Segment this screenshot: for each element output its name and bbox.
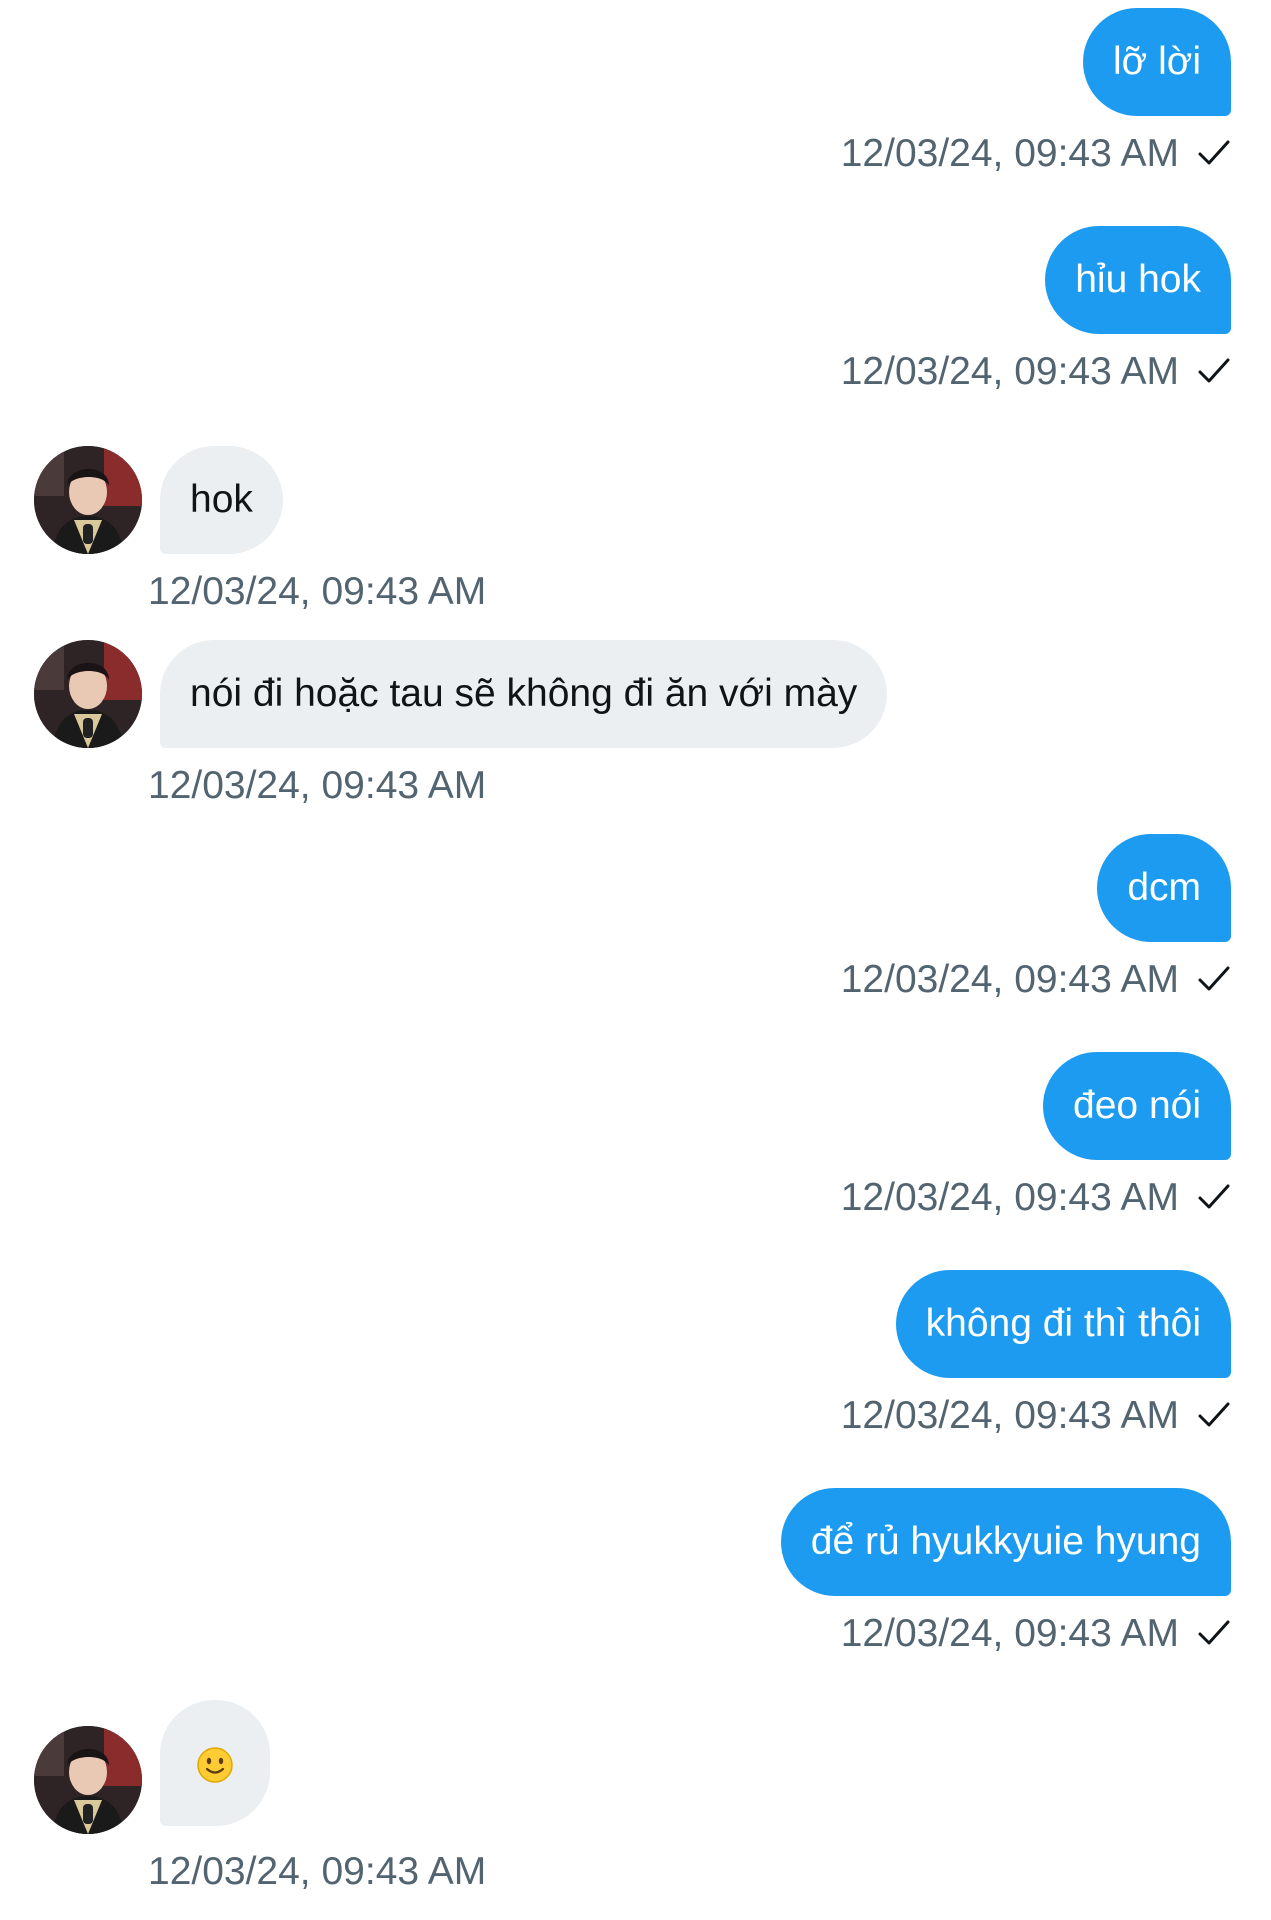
- message-meta: 12/03/24, 09:43 AM: [148, 1848, 486, 1896]
- avatar-image: [34, 446, 142, 554]
- message-bubble[interactable]: đeo nói: [1043, 1052, 1231, 1160]
- check-icon: [1198, 1620, 1230, 1645]
- message-meta: 12/03/24, 09:43 AM: [841, 1392, 1231, 1440]
- message-timestamp: 12/03/24, 09:43 AM: [840, 1612, 1179, 1655]
- message-bubble[interactable]: nói đi hoặc tau sẽ không đi ăn với mày: [160, 640, 888, 748]
- message-bubble[interactable]: không đi thì thôi: [895, 1270, 1231, 1378]
- message-outgoing: dcm 12/03/24, 09:43 AM: [0, 826, 1271, 1016]
- message-timestamp: 12/03/24, 09:43 AM: [840, 350, 1179, 393]
- message-outgoing: đeo nói 12/03/24, 09:43 AM: [0, 1044, 1271, 1234]
- avatar-image: [34, 1726, 142, 1834]
- check-icon: [1198, 1402, 1230, 1427]
- message-bubble[interactable]: để rủ hyukkyuie hyung: [780, 1488, 1231, 1596]
- message-outgoing: không đi thì thôi 12/03/24, 09:43 AM: [0, 1262, 1271, 1452]
- avatar[interactable]: [34, 446, 142, 554]
- message-incoming: 12/03/24, 09:43 AM: [0, 1700, 1271, 1910]
- message-meta: 12/03/24, 09:43 AM: [148, 762, 486, 810]
- message-meta: 12/03/24, 09:43 AM: [841, 1174, 1231, 1222]
- message-outgoing: lỡ lời 12/03/24, 09:43 AM: [0, 0, 1271, 190]
- message-meta: 12/03/24, 09:43 AM: [841, 956, 1231, 1004]
- message-timestamp: 12/03/24, 09:43 AM: [148, 570, 487, 613]
- avatar-image: [34, 640, 142, 748]
- message-meta: 12/03/24, 09:43 AM: [841, 348, 1231, 396]
- check-icon: [1198, 966, 1230, 991]
- message-meta: 12/03/24, 09:43 AM: [841, 1610, 1231, 1658]
- message-timestamp: 12/03/24, 09:43 AM: [148, 1850, 487, 1893]
- check-icon: [1198, 358, 1230, 383]
- message-timestamp: 12/03/24, 09:43 AM: [840, 958, 1179, 1001]
- message-bubble[interactable]: hok: [160, 446, 283, 554]
- check-icon: [1198, 140, 1230, 165]
- message-incoming: hok 12/03/24, 09:43 AM: [0, 438, 1271, 618]
- avatar[interactable]: [34, 640, 142, 748]
- slightly-smiling-face-icon: [197, 1746, 233, 1783]
- message-meta: 12/03/24, 09:43 AM: [148, 568, 486, 616]
- message-bubble[interactable]: dcm: [1097, 834, 1231, 942]
- message-bubble[interactable]: hỉu hok: [1045, 226, 1231, 334]
- message-thread: lỡ lời 12/03/24, 09:43 AM hỉu hok 12/03/…: [0, 0, 1271, 1920]
- message-outgoing: để rủ hyukkyuie hyung 12/03/24, 09:43 AM: [0, 1480, 1271, 1670]
- message-timestamp: 12/03/24, 09:43 AM: [840, 132, 1179, 175]
- message-bubble[interactable]: [160, 1700, 270, 1826]
- message-timestamp: 12/03/24, 09:43 AM: [148, 764, 487, 807]
- message-bubble[interactable]: lỡ lời: [1083, 8, 1231, 116]
- message-timestamp: 12/03/24, 09:43 AM: [840, 1176, 1179, 1219]
- message-meta: 12/03/24, 09:43 AM: [841, 130, 1231, 178]
- message-incoming: nói đi hoặc tau sẽ không đi ăn với mày 1…: [0, 632, 1271, 812]
- message-timestamp: 12/03/24, 09:43 AM: [840, 1394, 1179, 1437]
- avatar[interactable]: [34, 1726, 142, 1834]
- check-icon: [1198, 1184, 1230, 1209]
- message-outgoing: hỉu hok 12/03/24, 09:43 AM: [0, 218, 1271, 408]
